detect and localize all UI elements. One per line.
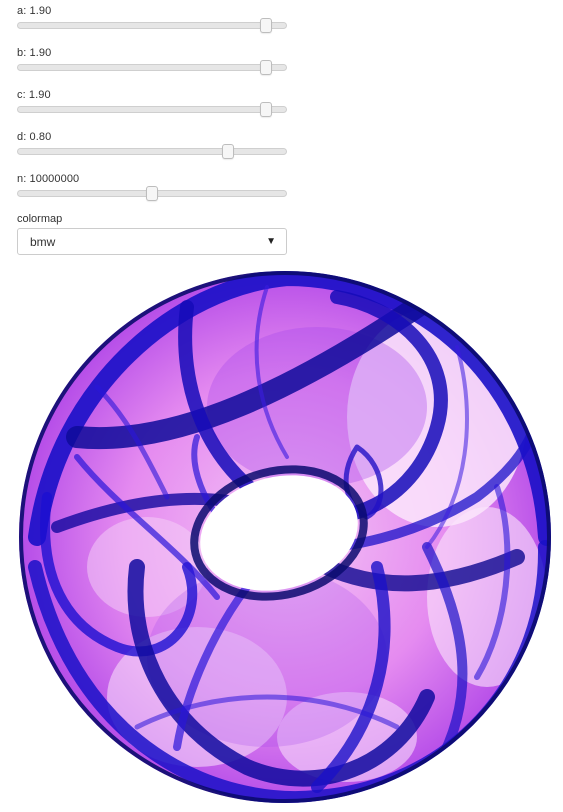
colormap-group: colormap bmw ▼ — [17, 213, 289, 255]
slider-c-handle[interactable] — [260, 102, 273, 117]
attractor-plot — [17, 267, 557, 807]
slider-c-label: c: 1.90 — [17, 89, 51, 101]
slider-b: b: 1.90 — [17, 42, 289, 84]
slider-a-handle[interactable] — [260, 18, 273, 33]
slider-c: c: 1.90 — [17, 84, 289, 126]
triangle-down-icon: ▼ — [266, 236, 276, 247]
slider-a: a: 1.90 — [17, 0, 289, 42]
colormap-label: colormap — [17, 213, 63, 225]
slider-a-label: a: 1.90 — [17, 5, 52, 17]
slider-n: n: 10000000 — [17, 168, 289, 210]
slider-n-label: n: 10000000 — [17, 173, 80, 185]
slider-d-handle[interactable] — [222, 144, 235, 159]
slider-n-handle[interactable] — [146, 186, 158, 201]
slider-d-label: d: 0.80 — [17, 131, 52, 143]
slider-a-track[interactable] — [17, 22, 287, 29]
slider-b-handle[interactable] — [260, 60, 273, 75]
controls-panel: a: 1.90 b: 1.90 c: 1.90 d: 0.80 n: 10000… — [17, 0, 289, 255]
slider-b-track[interactable] — [17, 64, 287, 71]
slider-d: d: 0.80 — [17, 126, 289, 168]
slider-b-label: b: 1.90 — [17, 47, 52, 59]
colormap-selected-value: bmw — [30, 235, 56, 249]
slider-d-track[interactable] — [17, 148, 287, 155]
colormap-select[interactable]: bmw ▼ — [17, 228, 287, 255]
attractor-image — [17, 267, 557, 807]
slider-c-track[interactable] — [17, 106, 287, 113]
